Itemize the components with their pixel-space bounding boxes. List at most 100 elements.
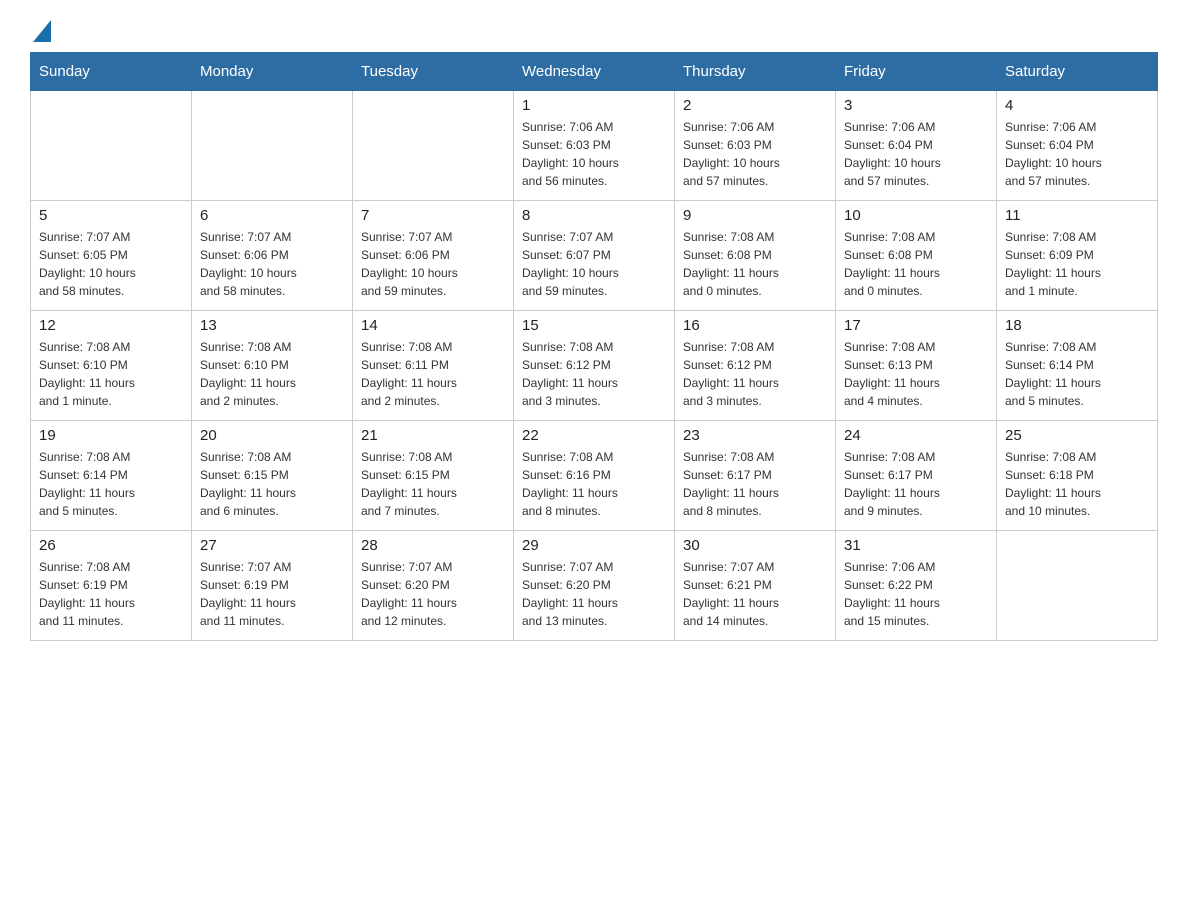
day-info: Sunrise: 7:08 AMSunset: 6:14 PMDaylight:… <box>1005 338 1149 410</box>
calendar-day-cell: 25Sunrise: 7:08 AMSunset: 6:18 PMDayligh… <box>997 421 1158 531</box>
calendar-day-cell: 22 Sunrise: 7:08 AMSunset: 6:16 PMDayligh… <box>514 421 675 531</box>
day-number: 18 <box>1005 317 1149 334</box>
day-number: 1 <box>522 97 666 114</box>
day-number: 2 <box>683 97 827 114</box>
day-number: 28 <box>361 537 505 554</box>
day-info: Sunrise: 7:07 AMSunset: 6:20 PMDaylight:… <box>361 558 505 630</box>
day-number: 9 <box>683 207 827 224</box>
day-info: Sunrise: 7:08 AMSunset: 6:09 PMDaylight:… <box>1005 228 1149 300</box>
col-header-wednesday: Wednesday <box>514 53 675 91</box>
calendar-day-cell: 26 Sunrise: 7:08 AMSunset: 6:19 PMDayligh… <box>31 531 192 641</box>
calendar-day-cell: 23 Sunrise: 7:08 AMSunset: 6:17 PMDayligh… <box>675 421 836 531</box>
day-info: Sunrise: 7:07 AMSunset: 6:06 PMDaylight:… <box>200 228 344 300</box>
calendar-day-cell: 24 Sunrise: 7:08 AMSunset: 6:17 PMDayligh… <box>836 421 997 531</box>
day-number: 22 <box>522 427 666 444</box>
calendar-day-cell: 21Sunrise: 7:08 AMSunset: 6:15 PMDayligh… <box>353 421 514 531</box>
day-info: Sunrise: 7:07 AMSunset: 6:05 PMDaylight:… <box>39 228 183 300</box>
day-info: Sunrise: 7:08 AMSunset: 6:12 PMDaylight:… <box>522 338 666 410</box>
calendar-day-cell: 18 Sunrise: 7:08 AMSunset: 6:14 PMDayligh… <box>997 311 1158 421</box>
day-number: 3 <box>844 97 988 114</box>
calendar-day-cell <box>997 531 1158 641</box>
day-number: 10 <box>844 207 988 224</box>
day-info: Sunrise: 7:08 AMSunset: 6:08 PMDaylight:… <box>683 228 827 300</box>
day-info: Sunrise: 7:07 AMSunset: 6:20 PMDaylight:… <box>522 558 666 630</box>
day-number: 6 <box>200 207 344 224</box>
logo <box>30 20 51 42</box>
calendar-table: SundayMondayTuesdayWednesdayThursdayFrid… <box>30 52 1158 641</box>
calendar-day-cell: 4 Sunrise: 7:06 AMSunset: 6:04 PMDaylight… <box>997 91 1158 201</box>
calendar-day-cell: 20Sunrise: 7:08 AMSunset: 6:15 PMDayligh… <box>192 421 353 531</box>
calendar-day-cell <box>192 91 353 201</box>
calendar-header-row: SundayMondayTuesdayWednesdayThursdayFrid… <box>31 53 1158 91</box>
col-header-sunday: Sunday <box>31 53 192 91</box>
col-header-friday: Friday <box>836 53 997 91</box>
day-number: 12 <box>39 317 183 334</box>
day-info: Sunrise: 7:06 AMSunset: 6:03 PMDaylight:… <box>683 118 827 190</box>
day-number: 4 <box>1005 97 1149 114</box>
calendar-day-cell: 14 Sunrise: 7:08 AMSunset: 6:11 PMDayligh… <box>353 311 514 421</box>
calendar-day-cell <box>31 91 192 201</box>
calendar-day-cell: 30Sunrise: 7:07 AMSunset: 6:21 PMDayligh… <box>675 531 836 641</box>
col-header-monday: Monday <box>192 53 353 91</box>
calendar-week-row: 12 Sunrise: 7:08 AMSunset: 6:10 PMDayligh… <box>31 311 1158 421</box>
day-info: Sunrise: 7:08 AMSunset: 6:11 PMDaylight:… <box>361 338 505 410</box>
calendar-day-cell: 8 Sunrise: 7:07 AMSunset: 6:07 PMDaylight… <box>514 201 675 311</box>
day-info: Sunrise: 7:07 AMSunset: 6:06 PMDaylight:… <box>361 228 505 300</box>
calendar-day-cell <box>353 91 514 201</box>
calendar-day-cell: 2 Sunrise: 7:06 AMSunset: 6:03 PMDaylight… <box>675 91 836 201</box>
day-number: 13 <box>200 317 344 334</box>
calendar-day-cell: 13 Sunrise: 7:08 AMSunset: 6:10 PMDayligh… <box>192 311 353 421</box>
day-info: Sunrise: 7:06 AMSunset: 6:22 PMDaylight:… <box>844 558 988 630</box>
page-header <box>30 20 1158 42</box>
day-info: Sunrise: 7:07 AMSunset: 6:19 PMDaylight:… <box>200 558 344 630</box>
calendar-day-cell: 12 Sunrise: 7:08 AMSunset: 6:10 PMDayligh… <box>31 311 192 421</box>
calendar-day-cell: 1 Sunrise: 7:06 AMSunset: 6:03 PMDaylight… <box>514 91 675 201</box>
calendar-week-row: 19 Sunrise: 7:08 AMSunset: 6:14 PMDayligh… <box>31 421 1158 531</box>
day-number: 31 <box>844 537 988 554</box>
day-number: 16 <box>683 317 827 334</box>
day-info: Sunrise: 7:08 AMSunset: 6:12 PMDaylight:… <box>683 338 827 410</box>
calendar-day-cell: 9 Sunrise: 7:08 AMSunset: 6:08 PMDaylight… <box>675 201 836 311</box>
day-info: Sunrise: 7:08 AMSunset: 6:10 PMDaylight:… <box>39 338 183 410</box>
calendar-day-cell: 6 Sunrise: 7:07 AMSunset: 6:06 PMDaylight… <box>192 201 353 311</box>
day-number: 19 <box>39 427 183 444</box>
logo-triangle-icon <box>33 20 51 42</box>
calendar-day-cell: 11 Sunrise: 7:08 AMSunset: 6:09 PMDayligh… <box>997 201 1158 311</box>
day-number: 17 <box>844 317 988 334</box>
calendar-day-cell: 15 Sunrise: 7:08 AMSunset: 6:12 PMDayligh… <box>514 311 675 421</box>
day-info: Sunrise: 7:08 AMSunset: 6:13 PMDaylight:… <box>844 338 988 410</box>
calendar-day-cell: 17 Sunrise: 7:08 AMSunset: 6:13 PMDayligh… <box>836 311 997 421</box>
day-info: Sunrise: 7:08 AMSunset: 6:17 PMDaylight:… <box>844 448 988 520</box>
day-number: 8 <box>522 207 666 224</box>
calendar-day-cell: 19 Sunrise: 7:08 AMSunset: 6:14 PMDayligh… <box>31 421 192 531</box>
day-info: Sunrise: 7:08 AMSunset: 6:08 PMDaylight:… <box>844 228 988 300</box>
calendar-day-cell: 10 Sunrise: 7:08 AMSunset: 6:08 PMDayligh… <box>836 201 997 311</box>
day-info: Sunrise: 7:08 AMSunset: 6:18 PMDaylight:… <box>1005 448 1149 520</box>
calendar-day-cell: 31 Sunrise: 7:06 AMSunset: 6:22 PMDayligh… <box>836 531 997 641</box>
day-number: 23 <box>683 427 827 444</box>
calendar-day-cell: 7 Sunrise: 7:07 AMSunset: 6:06 PMDaylight… <box>353 201 514 311</box>
calendar-day-cell: 28 Sunrise: 7:07 AMSunset: 6:20 PMDayligh… <box>353 531 514 641</box>
day-info: Sunrise: 7:06 AMSunset: 6:03 PMDaylight:… <box>522 118 666 190</box>
calendar-day-cell: 16 Sunrise: 7:08 AMSunset: 6:12 PMDayligh… <box>675 311 836 421</box>
day-number: 26 <box>39 537 183 554</box>
day-number: 15 <box>522 317 666 334</box>
day-info: Sunrise: 7:08 AMSunset: 6:17 PMDaylight:… <box>683 448 827 520</box>
day-info: Sunrise: 7:08 AMSunset: 6:10 PMDaylight:… <box>200 338 344 410</box>
day-info: Sunrise: 7:08 AMSunset: 6:19 PMDaylight:… <box>39 558 183 630</box>
day-info: Sunrise: 7:07 AMSunset: 6:07 PMDaylight:… <box>522 228 666 300</box>
day-number: 14 <box>361 317 505 334</box>
day-info: Sunrise: 7:07 AMSunset: 6:21 PMDaylight:… <box>683 558 827 630</box>
day-number: 5 <box>39 207 183 224</box>
day-number: 24 <box>844 427 988 444</box>
day-info: Sunrise: 7:08 AMSunset: 6:14 PMDaylight:… <box>39 448 183 520</box>
day-info: Sunrise: 7:08 AMSunset: 6:16 PMDaylight:… <box>522 448 666 520</box>
calendar-week-row: 1 Sunrise: 7:06 AMSunset: 6:03 PMDaylight… <box>31 91 1158 201</box>
calendar-day-cell: 5 Sunrise: 7:07 AMSunset: 6:05 PMDaylight… <box>31 201 192 311</box>
day-number: 11 <box>1005 207 1149 224</box>
day-number: 7 <box>361 207 505 224</box>
col-header-tuesday: Tuesday <box>353 53 514 91</box>
day-info: Sunrise: 7:06 AMSunset: 6:04 PMDaylight:… <box>1005 118 1149 190</box>
day-number: 27 <box>200 537 344 554</box>
calendar-day-cell: 27 Sunrise: 7:07 AMSunset: 6:19 PMDayligh… <box>192 531 353 641</box>
